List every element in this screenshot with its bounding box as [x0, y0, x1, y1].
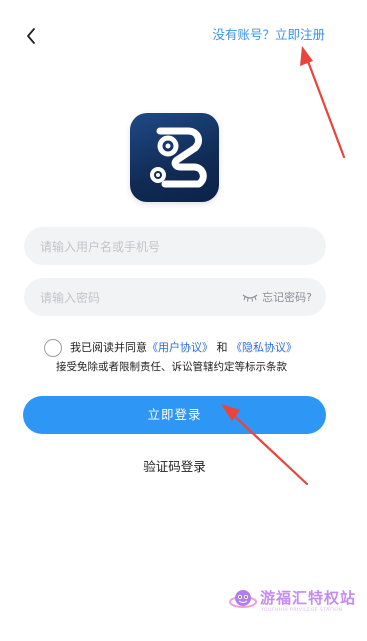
eye-closed-icon[interactable]	[242, 292, 258, 302]
no-account-text: 没有账号？	[212, 27, 275, 42]
register-link[interactable]: 立即注册	[275, 27, 325, 42]
chevron-left-icon[interactable]	[22, 26, 42, 46]
username-input[interactable]	[38, 227, 242, 267]
password-field: 忘记密码?	[24, 278, 326, 318]
annotation-arrows	[221, 46, 346, 486]
password-input[interactable]	[38, 278, 242, 318]
sms-code-login-link[interactable]: 验证码登录	[0, 456, 349, 475]
agreement-line1: 我已阅读并同意《用户协议》 和 《隐私协议》	[70, 340, 297, 355]
login-page: 没有账号？立即注册 忘记密码?	[0, 0, 367, 641]
mascot-icon	[229, 590, 257, 608]
app-logo-icon	[130, 113, 219, 202]
agreement-prefix: 我已阅读并同意	[70, 341, 147, 354]
arrow-to-register-icon	[300, 46, 346, 159]
user-agreement-link[interactable]: 《用户协议》	[147, 341, 213, 354]
login-button[interactable]: 立即登录	[23, 396, 326, 434]
agreement-checkbox[interactable]	[44, 339, 62, 357]
forgot-password-link[interactable]: 忘记密码?	[262, 289, 312, 305]
privacy-policy-link[interactable]: 《隐私协议》	[231, 341, 297, 354]
password-tools: 忘记密码?	[242, 289, 312, 305]
register-prompt: 没有账号？立即注册	[212, 27, 325, 43]
watermark-subtext: YOUFUHUI PRIVILEGE STATION	[261, 608, 343, 613]
agreement-terms-text: 接受免除或者限制责任、诉讼管辖约定等标示条款	[56, 361, 287, 373]
watermark-text: 游福汇特权站	[260, 589, 357, 607]
watermark: 游福汇特权站 YOUFUHUI PRIVILEGE STATION	[228, 583, 358, 623]
agreement-and: 和	[216, 341, 228, 354]
username-field	[24, 227, 326, 267]
